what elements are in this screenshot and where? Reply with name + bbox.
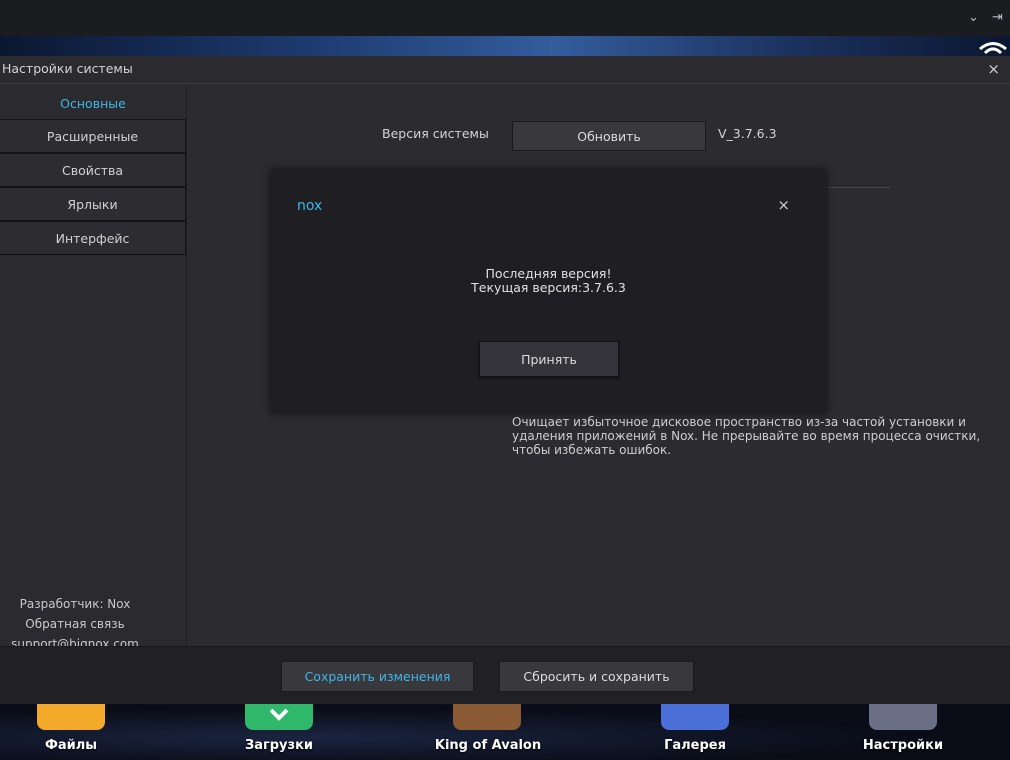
close-icon[interactable]: × [987, 60, 1000, 78]
svg-text:nox: nox [297, 198, 322, 213]
dock-label-gallery[interactable]: Галерея [635, 738, 755, 753]
settings-footer: Сохранить изменения Сбросить и сохранить [0, 646, 1010, 704]
emulator-toolbar: ⌄ ⇥ [0, 0, 1010, 36]
reset-and-save-button[interactable]: Сбросить и сохранить [499, 661, 694, 692]
dock-label-downloads[interactable]: Загрузки [219, 738, 339, 753]
sidebar-item-interface[interactable]: Интерфейс [0, 221, 186, 255]
divider [828, 187, 890, 188]
pin-icon[interactable]: ⇥ [992, 10, 1003, 26]
settings-sidebar: Основные Расширенные Свойства Ярлыки Инт… [0, 86, 187, 651]
chevron-down-icon[interactable]: ⌄ [968, 10, 979, 26]
dock-label-king-of-avalon[interactable]: King of Avalon [428, 738, 548, 753]
version-value: V_3.7.6.3 [718, 126, 777, 141]
update-button[interactable]: Обновить [512, 121, 706, 151]
sidebar-item-advanced[interactable]: Расширенные [0, 119, 186, 153]
sidebar-item-general[interactable]: Основные [0, 86, 186, 120]
nox-logo-icon: nox [297, 198, 322, 213]
android-dock: Файлы Загрузки King of Avalon Галерея На… [0, 704, 1010, 760]
settings-title-bar: Настройки системы × [0, 56, 1010, 84]
download-icon[interactable] [245, 704, 313, 730]
dock-label-settings[interactable]: Настройки [843, 738, 963, 753]
settings-icon[interactable] [869, 704, 937, 730]
sidebar-item-properties[interactable]: Свойства [0, 153, 186, 187]
folder-icon[interactable] [37, 704, 105, 730]
feedback-link[interactable]: Обратная связь [0, 614, 150, 634]
wifi-icon [979, 42, 1007, 55]
dialog-message: Последняя версия! Текущая версия:3.7.6.3 [271, 267, 826, 295]
gallery-icon[interactable] [661, 704, 729, 730]
message-current-version: Текущая версия:3.7.6.3 [471, 280, 626, 295]
developer-info: Разработчик: Nox Обратная связь support@… [0, 594, 150, 654]
save-changes-button[interactable]: Сохранить изменения [281, 661, 474, 692]
message-latest: Последняя версия! [485, 266, 612, 281]
settings-title: Настройки системы [2, 61, 133, 76]
accept-button[interactable]: Принять [479, 341, 619, 377]
dock-label-files[interactable]: Файлы [11, 738, 131, 753]
developer-label: Разработчик: Nox [19, 597, 131, 611]
sidebar-item-shortcuts[interactable]: Ярлыки [0, 187, 186, 221]
desktop-wallpaper-strip [0, 36, 1010, 56]
system-version-label: Версия системы [382, 126, 489, 141]
close-icon[interactable]: × [777, 196, 790, 214]
clean-description: Очищает избыточное дисковое пространство… [512, 415, 981, 457]
update-dialog: nox × Последняя версия! Текущая версия:3… [271, 169, 826, 413]
game-icon[interactable] [453, 704, 521, 730]
